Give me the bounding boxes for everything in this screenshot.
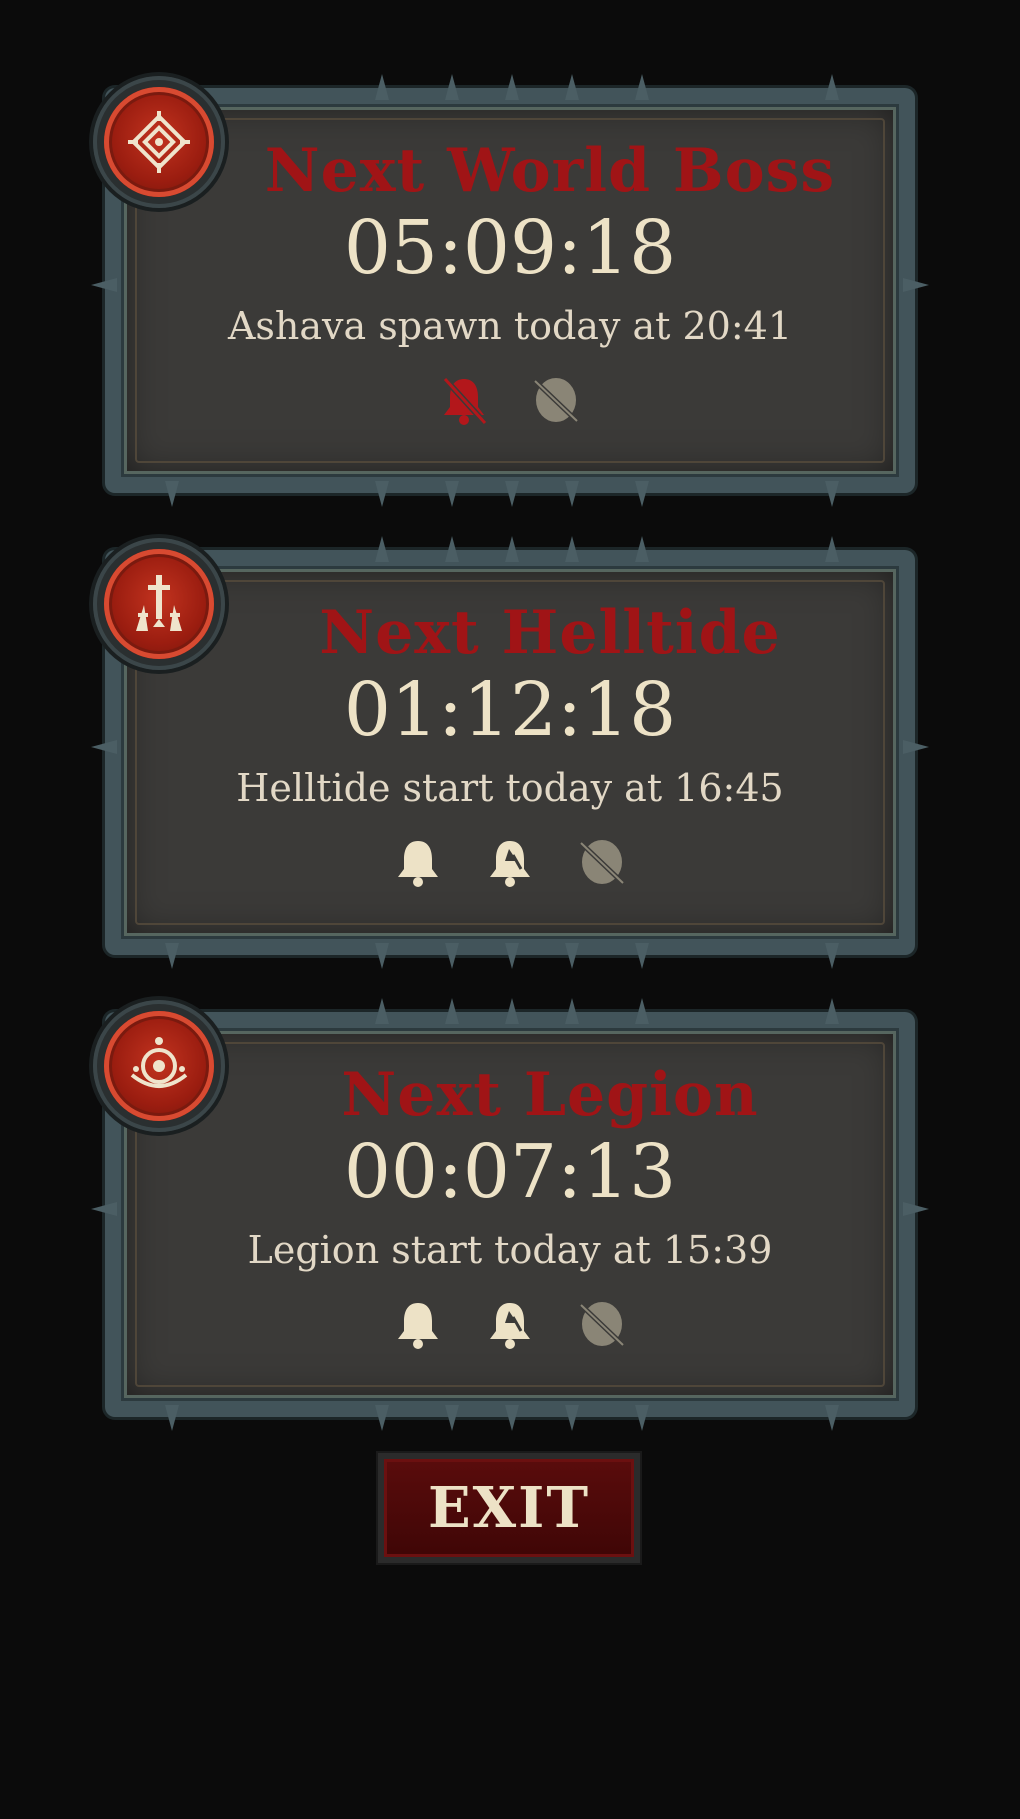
countdown-timer: 05:09:18 <box>343 205 677 291</box>
card-title: Next World Boss <box>264 136 836 206</box>
legion-badge <box>93 1000 225 1132</box>
world-boss-card: Next World Boss 05:09:18 Ashava spawn to… <box>91 74 929 507</box>
helltide-badge <box>93 538 225 670</box>
shield-off-icon[interactable] <box>573 833 631 891</box>
countdown-timer: 01:12:18 <box>343 667 677 753</box>
bell-ring-icon[interactable] <box>481 833 539 891</box>
notification-controls <box>105 371 915 429</box>
event-schedule-text: Helltide start today at 16:45 <box>236 766 784 810</box>
bell-ring-icon[interactable] <box>481 1295 539 1353</box>
bell-muted-icon[interactable] <box>435 371 493 429</box>
countdown-timer: 00:07:13 <box>343 1129 677 1215</box>
card-title: Next Helltide <box>319 598 781 668</box>
legion-card: Next Legion 00:07:13 Legion start today … <box>91 998 929 1431</box>
shield-off-icon[interactable] <box>527 371 585 429</box>
world-boss-rune-icon <box>128 111 190 173</box>
legion-sigil-icon <box>130 1037 188 1088</box>
event-schedule-text: Ashava spawn today at 20:41 <box>227 304 793 348</box>
bell-icon[interactable] <box>389 1295 447 1353</box>
world-boss-badge <box>93 76 225 208</box>
bell-icon[interactable] <box>389 833 447 891</box>
event-schedule-text: Legion start today at 15:39 <box>247 1228 773 1272</box>
shield-off-icon[interactable] <box>573 1295 631 1353</box>
exit-button[interactable]: EXIT <box>378 1453 640 1563</box>
notification-controls <box>105 1295 915 1353</box>
card-title: Next Legion <box>341 1060 759 1130</box>
notification-controls <box>105 833 915 891</box>
helltide-card: Next Helltide 01:12:18 Helltide start to… <box>91 536 929 969</box>
helltide-swords-icon <box>136 575 182 631</box>
